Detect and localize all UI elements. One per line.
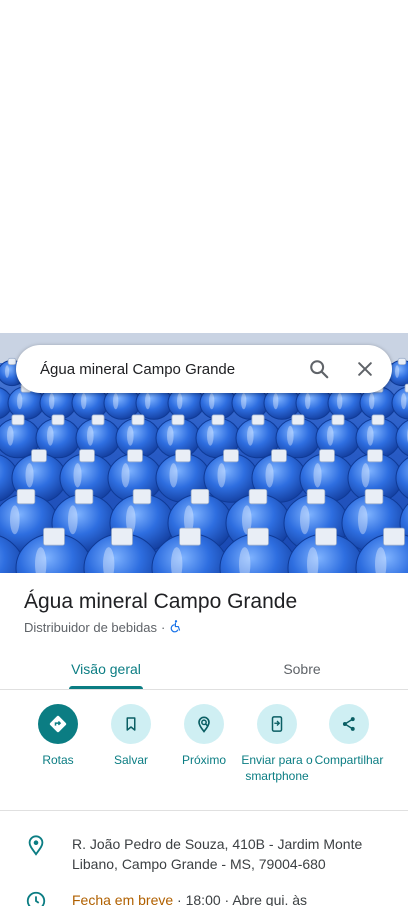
clock-icon — [0, 890, 72, 906]
hours-status: Fecha em breve — [72, 892, 174, 906]
nearby-icon — [184, 704, 224, 744]
close-icon[interactable] — [352, 356, 378, 382]
address-text: R. João Pedro de Souza, 410B - Jardim Mo… — [72, 836, 363, 872]
hours-detail: · 18:00 · Abre qui. às — [173, 892, 308, 906]
address-row[interactable]: R. João Pedro de Souza, 410B - Jardim Mo… — [0, 834, 408, 874]
action-bar: Rotas Salvar Próximo Enviar para o smart… — [0, 704, 408, 808]
share-button[interactable]: Compartilhar — [310, 704, 388, 768]
accessibility-icon — [169, 619, 183, 636]
save-label: Salvar — [113, 753, 148, 767]
search-input[interactable]: Água mineral Campo Grande — [40, 361, 286, 378]
search-icon[interactable] — [306, 356, 332, 382]
section-divider — [0, 810, 408, 811]
tab-overview[interactable]: Visão geral — [56, 648, 156, 689]
nearby-label: Próximo — [181, 753, 226, 767]
save-button[interactable]: Salvar — [92, 704, 170, 768]
active-tab-indicator — [69, 686, 143, 689]
bookmark-icon — [111, 704, 151, 744]
nearby-button[interactable]: Próximo — [165, 704, 243, 768]
directions-button[interactable]: Rotas — [19, 704, 97, 768]
directions-label: Rotas — [42, 753, 74, 767]
tab-bar: Visão geral Sobre — [0, 648, 408, 690]
directions-icon — [38, 704, 78, 744]
tab-about[interactable]: Sobre — [252, 648, 352, 689]
place-category: Distribuidor de bebidas — [24, 620, 157, 635]
hours-row[interactable]: Fecha em breve · 18:00 · Abre qui. às — [0, 890, 408, 906]
place-subtitle: Distribuidor de bebidas · — [24, 619, 183, 636]
location-pin-icon — [0, 834, 72, 856]
send-to-phone-icon — [257, 704, 297, 744]
send-to-phone-button[interactable]: Enviar para o smartphone — [238, 704, 316, 784]
hours-text: Fecha em breve · 18:00 · Abre qui. às — [72, 890, 372, 906]
separator: · — [160, 620, 166, 635]
send-to-phone-label: Enviar para o smartphone — [241, 753, 313, 783]
share-icon — [329, 704, 369, 744]
place-screen: Água mineral Campo Grande Água mineral C… — [0, 0, 408, 906]
map-area[interactable] — [0, 0, 408, 333]
search-bar[interactable]: Água mineral Campo Grande — [16, 345, 392, 393]
place-title: Água mineral Campo Grande — [24, 590, 298, 613]
share-label: Compartilhar — [314, 753, 384, 767]
